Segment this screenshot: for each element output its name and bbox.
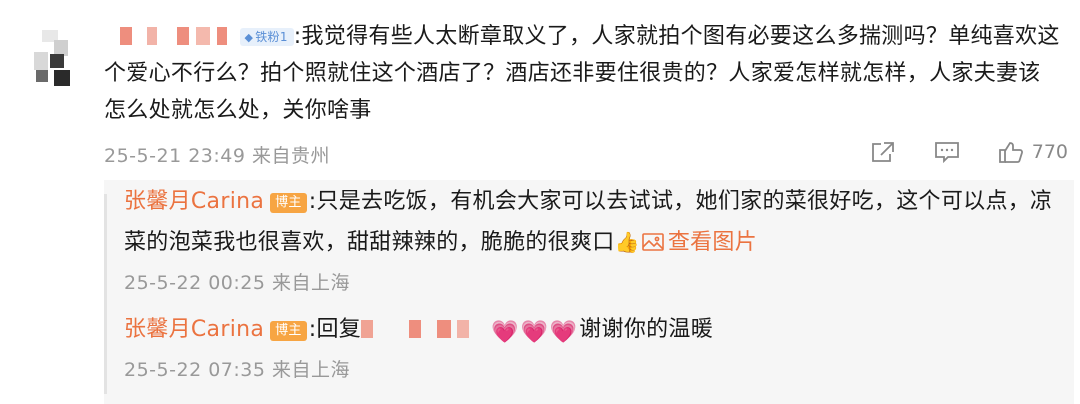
reply-text-line-2: 菜的泡菜我也很喜欢，甜甜辣辣的，脆脆的很爽口 — [124, 230, 615, 255]
comment-text-line-1: :我觉得有些人太断章取义了，人家就拍个图有必要这么多揣测吗？单纯喜欢这 — [293, 24, 1060, 49]
reply-prefix: :回复 — [308, 317, 362, 342]
reply-username[interactable]: 张馨月Carina — [124, 189, 264, 214]
blogger-badge: 博主 — [270, 321, 307, 341]
censor-block — [409, 320, 422, 338]
reply-meta: 25-5-22 07:35 来自上海 — [124, 359, 350, 381]
comment-text-line-2: 个爱心不行么？拍个照就住这个酒店了？酒店还非要住很贵的？人家爱怎样就怎样，人家夫… — [104, 61, 1041, 86]
image-icon — [642, 226, 664, 266]
fan-badge[interactable]: ◆ 铁粉1 — [240, 28, 294, 46]
reply-text: 张馨月Carina 博主:回复 💗💗💗谢谢你的温暖 — [124, 310, 1064, 353]
censor-block — [217, 27, 228, 45]
reply-text: 张馨月Carina 博主:只是去吃饭，有机会大家可以去试试，她们家的菜很好吃，这个… — [124, 182, 1064, 266]
view-image-link[interactable]: 查看图片 — [668, 230, 757, 255]
censor-block — [120, 27, 132, 45]
comment-meta: 25-5-21 23:49 来自贵州 — [104, 145, 330, 167]
avatar-pixel — [50, 54, 64, 68]
avatar-pixel — [34, 52, 48, 70]
thumbs-up-emoji: 👍 — [614, 230, 640, 254]
avatar[interactable] — [34, 30, 74, 88]
share-button[interactable] — [870, 140, 896, 164]
blogger-badge: 博主 — [270, 193, 307, 213]
like-count: 770 — [1031, 141, 1068, 163]
like-icon — [998, 142, 1023, 163]
censor-block — [361, 320, 374, 338]
reply-item: 张馨月Carina 博主:只是去吃饭，有机会大家可以去试试，她们家的菜很好吃，这个… — [124, 182, 1064, 295]
comment-button[interactable] — [934, 140, 960, 164]
comment-icon — [934, 142, 959, 164]
diamond-icon: ◆ — [244, 31, 254, 44]
reply-meta: 25-5-22 00:25 来自上海 — [124, 272, 350, 294]
censor-block — [195, 27, 210, 45]
replies-panel: 张馨月Carina 博主:只是去吃饭，有机会大家可以去试试，她们家的菜很好吃，这个… — [104, 180, 1074, 404]
censor-block — [147, 27, 158, 45]
reply-username[interactable]: 张馨月Carina — [124, 317, 264, 342]
like-button[interactable]: 770 — [998, 140, 1068, 164]
share-icon — [871, 142, 894, 162]
censor-block — [437, 320, 452, 338]
heart-emoji-group: 💗💗💗 — [491, 320, 580, 345]
avatar-pixel — [36, 70, 48, 82]
comment-actions: 770 — [832, 140, 1068, 164]
censor-block — [176, 27, 189, 45]
reply-target-censored[interactable] — [361, 317, 470, 342]
avatar-pixel — [54, 70, 70, 86]
reply-text-body: 谢谢你的温暖 — [579, 317, 714, 342]
username-censored[interactable] — [104, 24, 234, 49]
comment-text-line-3: 怎么处就怎么处，关你啥事 — [104, 98, 372, 123]
censor-block — [457, 320, 470, 338]
reply-text-line-1: :只是去吃饭，有机会大家可以去试试，她们家的菜很好吃，这个可以点，凉 — [308, 189, 1053, 214]
main-comment: ◆ 铁粉1:我觉得有些人太断章取义了，人家就拍个图有必要这么多揣测吗？单纯喜欢这 … — [104, 18, 1064, 129]
reply-item: 张馨月Carina 博主:回复 💗💗💗谢谢你的温暖 25-5-22 07:35 来自… — [124, 310, 1064, 382]
comment-line: ◆ 铁粉1:我觉得有些人太断章取义了，人家就拍个图有必要这么多揣测吗？单纯喜欢这 — [104, 18, 1064, 55]
reply-divider-bar — [104, 194, 107, 394]
